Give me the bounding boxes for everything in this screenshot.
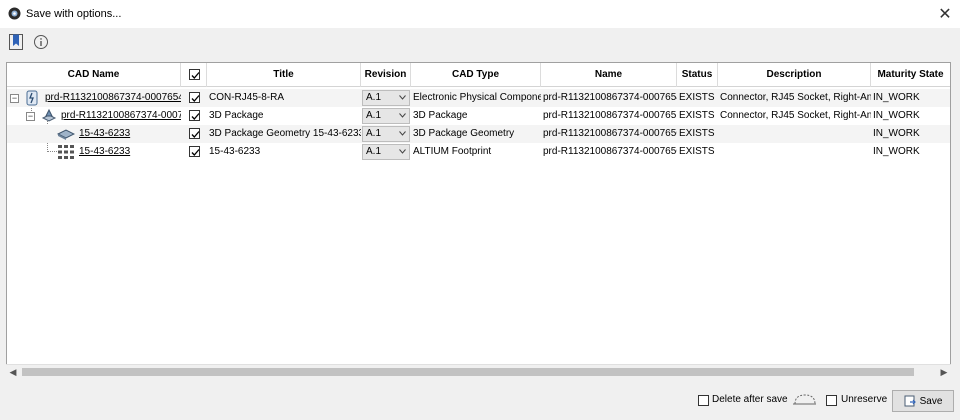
description-cell: Connector, RJ45 Socket, Right-An... (720, 92, 871, 103)
chevron-down-icon (399, 149, 406, 154)
info-button[interactable] (31, 32, 51, 52)
electronic-component-icon (26, 90, 38, 106)
column-header-description[interactable]: Description (718, 63, 871, 87)
revision-select[interactable]: A.1 (362, 90, 410, 106)
delete-after-save-checkbox[interactable] (698, 395, 709, 406)
column-header-name[interactable]: Name (541, 63, 677, 87)
table-row[interactable]: − prd-R1132100867374-00076549 CON-RJ45-8… (7, 89, 950, 107)
footprint-icon (58, 145, 74, 159)
maturity-cell: IN_WORK (873, 128, 920, 139)
status-cell: EXISTS (679, 110, 715, 121)
maturity-cell: IN_WORK (873, 146, 920, 157)
scroll-left-icon[interactable]: ◀ (6, 365, 20, 379)
close-icon: ✕ (938, 6, 952, 23)
save-icon (904, 395, 916, 407)
cad-name-link[interactable]: 15-43-6233 (77, 125, 181, 143)
maturity-cell: IN_WORK (873, 110, 920, 121)
description-cell (718, 143, 871, 161)
column-header-cad-name[interactable]: CAD Name (7, 63, 181, 87)
save-options-table: CAD Name Title Revision CAD Type Name St… (6, 62, 951, 378)
save-button[interactable]: Save (892, 390, 954, 412)
table-row[interactable]: 15-43-6233 15-43-6233 A.1 ALTIUM Footpri… (7, 143, 950, 161)
chevron-down-icon (399, 113, 406, 118)
close-button[interactable]: ✕ (930, 0, 960, 28)
row-select-checkbox[interactable] (189, 146, 200, 157)
description-cell: Connector, RJ45 Socket, Right-An... (720, 110, 871, 121)
title-cell: 3D Package Geometry 15-43-6233 (209, 128, 361, 139)
status-cell: EXISTS (679, 128, 715, 139)
column-header-cad-type[interactable]: CAD Type (411, 63, 541, 87)
hard-hat-icon (793, 394, 817, 405)
cad-name-link[interactable]: prd-R1132100867374-00076 (59, 107, 181, 125)
delete-after-save-label: Delete after save (712, 394, 788, 405)
cad-name-link[interactable]: prd-R1132100867374-00076549 (43, 89, 181, 107)
row-select-checkbox[interactable] (189, 92, 200, 103)
row-select-checkbox[interactable] (189, 110, 200, 121)
cad-type-cell: Electronic Physical Component (413, 92, 541, 103)
revision-select[interactable]: A.1 (362, 108, 410, 124)
toolbar (0, 28, 960, 58)
column-header-revision[interactable]: Revision (361, 63, 411, 87)
revision-select[interactable]: A.1 (362, 126, 410, 142)
checkmark-icon (191, 131, 200, 138)
column-header-status[interactable]: Status (677, 63, 718, 87)
bookmark-button[interactable] (6, 32, 26, 52)
column-header-title[interactable]: Title (207, 63, 361, 87)
name-cell: prd-R1132100867374-00076566 (543, 146, 677, 157)
collapse-toggle[interactable]: − (10, 94, 19, 103)
maturity-cell: IN_WORK (873, 92, 920, 103)
status-cell: EXISTS (679, 92, 715, 103)
footer: Delete after save Unreserve Save (0, 384, 960, 420)
bookmark-icon (9, 34, 23, 50)
checkmark-icon (191, 149, 200, 156)
scrollbar-thumb[interactable] (22, 368, 914, 376)
geometry-icon (57, 129, 75, 140)
title-bar: Save with options... ✕ (0, 0, 960, 28)
column-header-maturity-state[interactable]: Maturity State (871, 63, 950, 87)
app-icon (8, 7, 21, 20)
table-row[interactable]: 15-43-6233 3D Package Geometry 15-43-623… (7, 125, 950, 143)
horizontal-scrollbar[interactable]: ◀ ▶ (6, 364, 951, 378)
checkmark-icon (191, 95, 200, 102)
scroll-right-icon[interactable]: ▶ (937, 365, 951, 379)
table-row[interactable]: − prd-R1132100867374-00076 3D Package A.… (7, 107, 950, 125)
chevron-down-icon (399, 131, 406, 136)
cad-type-cell: 3D Package (413, 110, 468, 121)
cad-type-cell: 3D Package Geometry (413, 128, 515, 139)
title-cell: CON-RJ45-8-RA (209, 92, 285, 103)
name-cell: prd-R1132100867374-00076549 (543, 92, 677, 103)
select-all-checkbox[interactable] (189, 69, 200, 80)
revision-select[interactable]: A.1 (362, 144, 410, 160)
title-cell: 15-43-6233 (209, 146, 261, 157)
unreserve-checkbox[interactable] (826, 395, 837, 406)
name-cell: prd-R1132100867374-00076518 (543, 110, 677, 121)
description-cell (718, 125, 871, 143)
row-select-checkbox[interactable] (189, 128, 200, 139)
chevron-down-icon (399, 95, 406, 100)
info-icon (34, 35, 48, 49)
table-header: CAD Name Title Revision CAD Type Name St… (7, 63, 950, 87)
checkmark-icon (191, 113, 200, 120)
title-cell: 3D Package (209, 110, 264, 121)
save-button-label: Save (919, 395, 943, 407)
unreserve-label: Unreserve (841, 394, 888, 405)
checkmark-icon (191, 72, 200, 79)
status-cell: EXISTS (679, 146, 715, 157)
package-icon (41, 108, 57, 122)
column-header-select-all[interactable] (181, 63, 207, 87)
cad-name-link[interactable]: 15-43-6233 (77, 143, 181, 161)
name-cell: prd-R1132100867374-00076565 (543, 128, 677, 139)
collapse-toggle[interactable]: − (26, 112, 35, 121)
cad-type-cell: ALTIUM Footprint (413, 146, 492, 157)
window-title: Save with options... (26, 8, 122, 20)
